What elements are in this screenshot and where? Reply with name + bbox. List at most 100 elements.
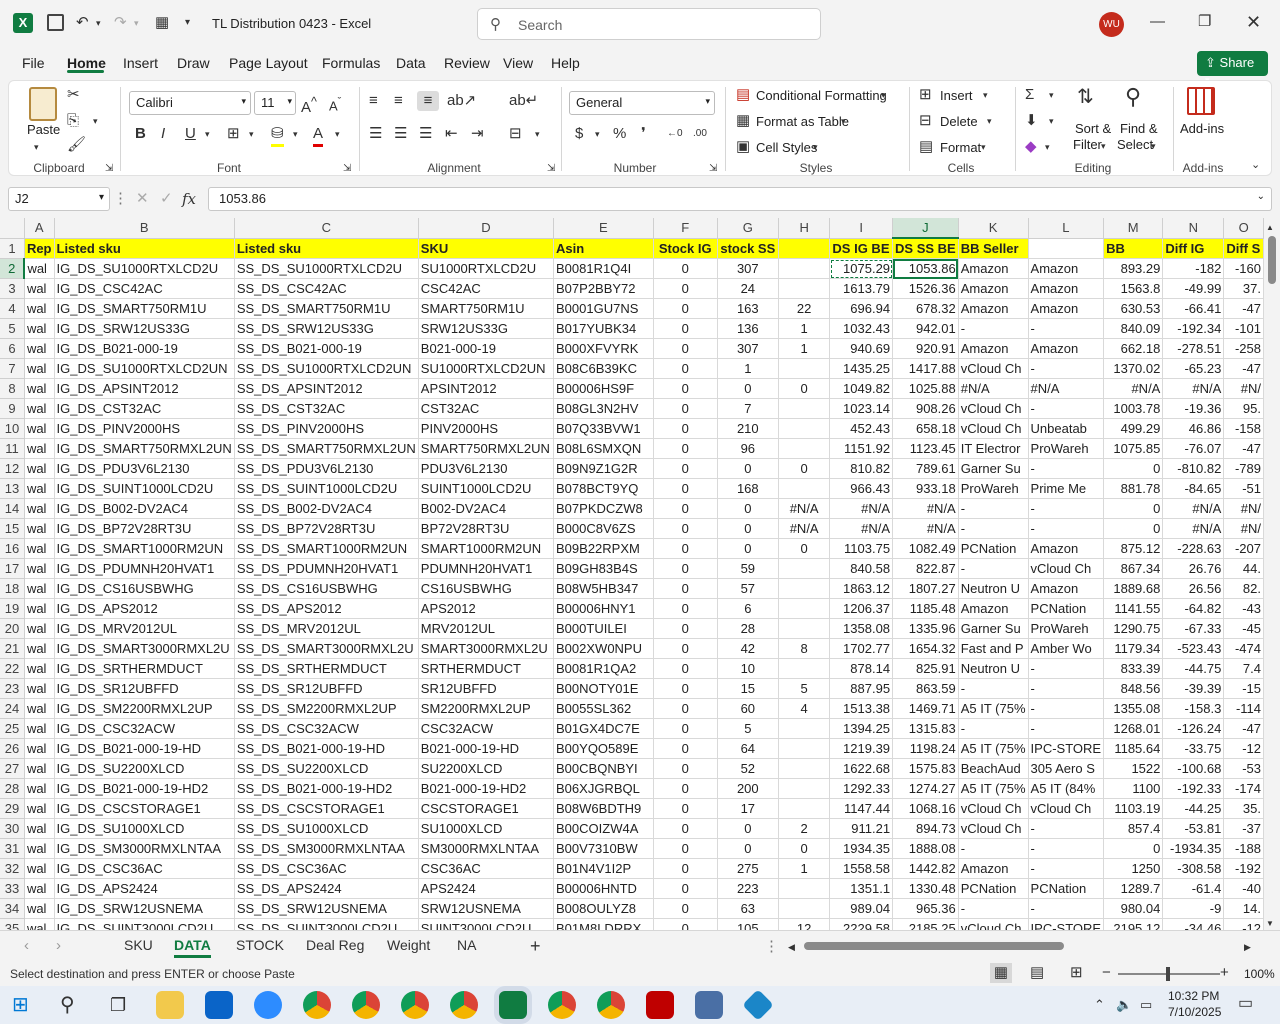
- row-header[interactable]: 25: [0, 718, 25, 739]
- row-header[interactable]: 2: [0, 258, 26, 279]
- cell[interactable]: 5: [778, 678, 831, 699]
- paste-dropdown-icon[interactable]: ▾: [34, 137, 39, 157]
- cell[interactable]: 1123.45: [892, 438, 959, 459]
- header-cell[interactable]: Listed sku: [54, 238, 235, 259]
- find-select-button-line1[interactable]: Find &: [1120, 121, 1158, 136]
- cell[interactable]: wal: [24, 618, 55, 639]
- font-color-icon[interactable]: A: [313, 124, 324, 147]
- cell[interactable]: 1358.08: [829, 618, 894, 639]
- next-sheet-icon[interactable]: ›: [56, 936, 61, 956]
- redo-dropdown-icon[interactable]: ▾: [134, 13, 139, 33]
- row-header[interactable]: 10: [0, 418, 25, 439]
- currency-dropdown-icon[interactable]: ▾: [595, 124, 600, 144]
- menu-formulas[interactable]: Formulas: [322, 55, 380, 71]
- cell[interactable]: 911.21: [829, 818, 894, 839]
- cell[interactable]: SS_DS_PINV2000HS: [234, 418, 419, 439]
- cell[interactable]: SS_DS_APSINT2012: [234, 378, 419, 399]
- cell[interactable]: 26.56: [1162, 578, 1225, 599]
- cell[interactable]: wal: [24, 278, 55, 299]
- cell[interactable]: -207: [1223, 538, 1264, 559]
- cell[interactable]: 0: [717, 538, 779, 559]
- cell[interactable]: 658.18: [892, 418, 959, 439]
- cell[interactable]: SM3000RMXLNTAA: [418, 838, 555, 859]
- cell[interactable]: 966.43: [829, 478, 894, 499]
- cell[interactable]: -114: [1223, 698, 1264, 719]
- cell[interactable]: 848.56: [1103, 678, 1164, 699]
- cell-styles-dropdown-icon[interactable]: ▾: [813, 137, 818, 157]
- close-icon[interactable]: ✕: [1246, 12, 1261, 32]
- cell[interactable]: -: [958, 678, 1029, 699]
- cell[interactable]: IPC-STORE: [1028, 738, 1105, 759]
- cell[interactable]: [778, 258, 831, 279]
- cell[interactable]: 0: [1103, 458, 1164, 479]
- cell[interactable]: Prime Me: [1028, 478, 1105, 499]
- cell[interactable]: Amazon: [1028, 538, 1105, 559]
- cell[interactable]: [778, 898, 831, 919]
- sheet-tab-sku[interactable]: SKU: [124, 937, 153, 953]
- row-header[interactable]: 26: [0, 738, 25, 759]
- cell[interactable]: 1469.71: [892, 698, 959, 719]
- cell[interactable]: 1023.14: [829, 398, 894, 419]
- page-break-preview-icon[interactable]: ⊞: [1070, 963, 1083, 983]
- cell[interactable]: -47: [1223, 438, 1264, 459]
- cell[interactable]: 0: [653, 758, 718, 779]
- fill-color-icon[interactable]: ⛁: [271, 124, 284, 147]
- cell[interactable]: 980.04: [1103, 898, 1164, 919]
- header-cell[interactable]: stock SS: [717, 238, 779, 259]
- sheet-tab-stock[interactable]: STOCK: [236, 937, 284, 953]
- cell[interactable]: 1103.19: [1103, 798, 1164, 819]
- cell[interactable]: 1082.49: [892, 538, 959, 559]
- cell[interactable]: SU1000RTXLCD2UN: [418, 358, 555, 379]
- decrease-indent-icon[interactable]: ⇤: [445, 124, 458, 144]
- cell[interactable]: 46.86: [1162, 418, 1225, 439]
- cell[interactable]: APS2012: [418, 598, 555, 619]
- cell[interactable]: B01M8LDRRX: [553, 918, 654, 930]
- cell[interactable]: CSC32ACW: [418, 718, 555, 739]
- cell[interactable]: B01N4V1I2P: [553, 858, 654, 879]
- cell[interactable]: B008OULYZ8: [553, 898, 654, 919]
- cell[interactable]: -192.33: [1162, 778, 1225, 799]
- cell[interactable]: Amazon: [1028, 298, 1105, 319]
- chrome-icon-6[interactable]: [597, 991, 625, 1019]
- cell[interactable]: SS_DS_SU2200XLCD: [234, 758, 419, 779]
- cell[interactable]: B002-DV2AC4: [418, 498, 555, 519]
- zoom-level[interactable]: 100%: [1244, 967, 1275, 981]
- cell[interactable]: -810.82: [1162, 458, 1225, 479]
- cell[interactable]: -: [1028, 358, 1105, 379]
- cell[interactable]: 1274.27: [892, 778, 959, 799]
- number-format-select[interactable]: General ▾: [569, 91, 715, 115]
- column-header[interactable]: L: [1028, 218, 1105, 239]
- column-header[interactable]: B: [54, 218, 235, 239]
- cell[interactable]: wal: [24, 458, 55, 479]
- row-header[interactable]: 3: [0, 278, 25, 299]
- cell[interactable]: 1179.34: [1103, 638, 1164, 659]
- cell[interactable]: -47: [1223, 718, 1264, 739]
- cell[interactable]: #N/A: [1162, 518, 1225, 539]
- cell[interactable]: 1032.43: [829, 318, 894, 339]
- cell[interactable]: 989.04: [829, 898, 894, 919]
- cell[interactable]: IG_DS_SU1000RTXLCD2U: [54, 258, 235, 279]
- cell[interactable]: -37: [1223, 818, 1264, 839]
- taskbar-time[interactable]: 10:32 PM: [1168, 989, 1219, 1003]
- cell[interactable]: 95.: [1223, 398, 1264, 419]
- cell[interactable]: -9: [1162, 898, 1225, 919]
- cell[interactable]: -39.39: [1162, 678, 1225, 699]
- cell[interactable]: 42: [717, 638, 779, 659]
- fill-dropdown-icon[interactable]: ▾: [1049, 111, 1054, 131]
- fill-icon[interactable]: ⬇: [1025, 111, 1038, 131]
- app-icon[interactable]: [742, 989, 774, 1021]
- cell[interactable]: Garner Su: [958, 458, 1029, 479]
- cell[interactable]: -174: [1223, 778, 1264, 799]
- cell[interactable]: 0: [653, 718, 718, 739]
- cell[interactable]: Garner Su: [958, 618, 1029, 639]
- cell[interactable]: B00V7310BW: [553, 838, 654, 859]
- cell[interactable]: 168: [717, 478, 779, 499]
- cell[interactable]: -101: [1223, 318, 1264, 339]
- vertical-scrollbar[interactable]: ▲ ▼: [1264, 218, 1280, 930]
- add-ins-button[interactable]: Add-ins: [1180, 121, 1224, 136]
- cell[interactable]: -: [958, 498, 1029, 519]
- cell[interactable]: B08GL3N2HV: [553, 398, 654, 419]
- cell[interactable]: [778, 358, 831, 379]
- header-cell[interactable]: Listed sku: [234, 238, 419, 259]
- column-header[interactable]: H: [778, 218, 831, 239]
